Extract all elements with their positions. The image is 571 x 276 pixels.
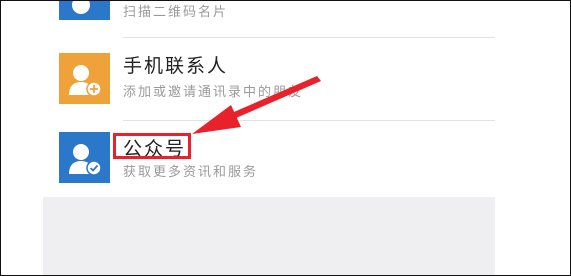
annotation-arrow-icon — [192, 76, 321, 134]
screenshot-frame: 扫描二维码名片 手机联系人 添加或邀请通讯录中的朋友 公众号 获取更多资讯和服务 — [0, 0, 571, 276]
